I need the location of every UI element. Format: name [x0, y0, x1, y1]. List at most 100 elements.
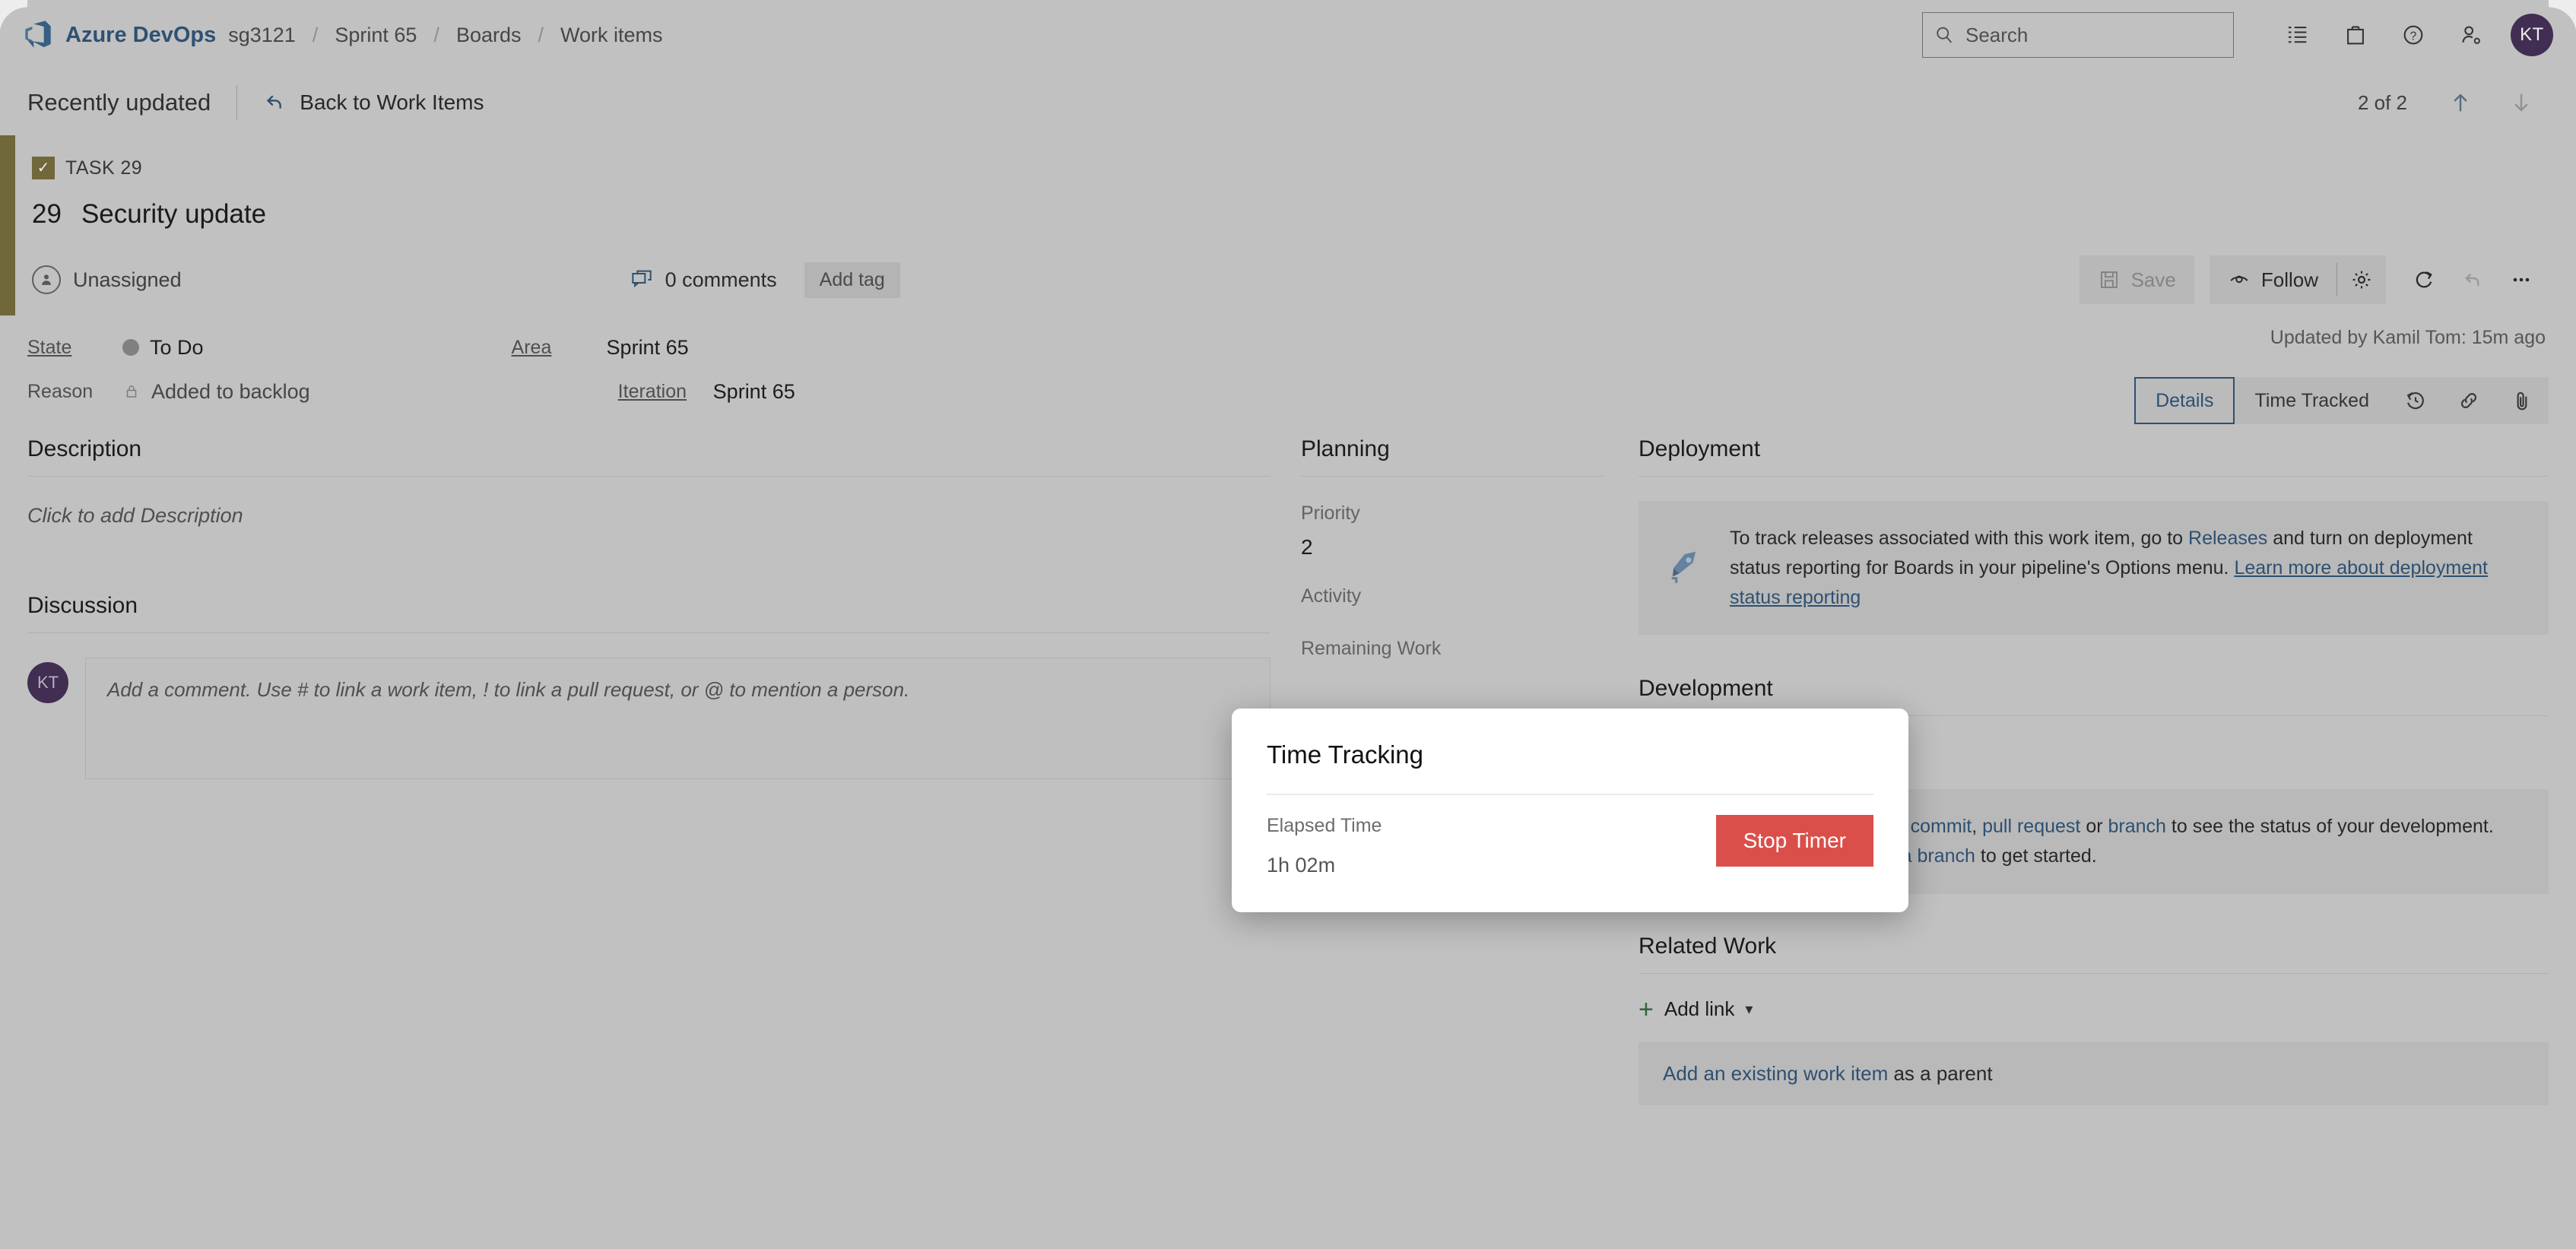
- breadcrumb-boards[interactable]: Boards: [456, 24, 522, 47]
- brand-label[interactable]: Azure DevOps: [65, 23, 216, 48]
- undo-icon[interactable]: [2448, 255, 2497, 304]
- state-field-row: State To Do Area Sprint 65: [27, 325, 2546, 369]
- more-ellipsis-icon[interactable]: [2497, 255, 2546, 304]
- related-work-add-link-label: Add link: [1664, 997, 1735, 1021]
- divider: [236, 85, 238, 120]
- commit-link[interactable]: commit: [1911, 816, 1972, 837]
- deployment-info-text: To track releases associated with this w…: [1730, 524, 2523, 612]
- gear-icon[interactable]: [2337, 255, 2386, 304]
- state-value[interactable]: To Do: [122, 336, 204, 360]
- work-item-fields: Updated by Kamil Tom: 15m ago State To D…: [0, 325, 2576, 424]
- global-header: Azure DevOps sg3121 / Sprint 65 / Boards…: [0, 0, 2576, 70]
- header-right-tools: Search ? KT: [1922, 6, 2576, 64]
- elapsed-time-label: Elapsed Time: [1267, 815, 1382, 836]
- divider: [1267, 794, 1873, 795]
- divider: [1639, 476, 2549, 477]
- back-to-work-items-button[interactable]: Back to Work Items: [263, 90, 484, 115]
- reason-value-label: Added to backlog: [151, 379, 310, 403]
- breadcrumb-separator: /: [312, 23, 319, 46]
- breadcrumb-org[interactable]: sg3121: [228, 24, 296, 47]
- comment-icon: [631, 270, 652, 288]
- task-check-icon: ✓: [32, 157, 55, 179]
- avatar[interactable]: KT: [2511, 14, 2553, 56]
- paging-count: 2 of 2: [2357, 90, 2407, 114]
- breadcrumb-work-items[interactable]: Work items: [560, 24, 663, 47]
- related-work-add-link-button[interactable]: + Add link ▾: [1639, 997, 2549, 1022]
- svg-text:?: ?: [2410, 30, 2417, 43]
- priority-value[interactable]: 2: [1301, 535, 1605, 560]
- assignee-field[interactable]: Unassigned: [32, 265, 182, 294]
- development-text-2: ,: [1972, 816, 1983, 838]
- attachment-icon[interactable]: [2495, 377, 2549, 424]
- reason-value: Added to backlog: [122, 380, 310, 404]
- dialog-title: Time Tracking: [1267, 740, 1423, 769]
- state-value-label: To Do: [150, 335, 204, 359]
- discussion-box: KT Add a comment. Use # to link a work i…: [27, 658, 1271, 779]
- elapsed-time-value: 1h 02m: [1267, 854, 1336, 877]
- divider: [1301, 476, 1605, 477]
- reason-label: Reason: [27, 380, 94, 402]
- pull-request-link[interactable]: pull request: [1982, 816, 2080, 837]
- lock-icon: [126, 385, 137, 398]
- add-tag-button[interactable]: Add tag: [804, 262, 900, 298]
- related-work-section-title: Related Work: [1639, 933, 1777, 959]
- divider: [27, 476, 1271, 477]
- work-item-title-row: 29 Security update: [32, 199, 2576, 230]
- work-item-type-label: TASK 29: [65, 157, 142, 179]
- help-icon[interactable]: ?: [2384, 6, 2442, 64]
- azure-devops-logo-icon: [23, 20, 53, 50]
- plus-icon: +: [1639, 994, 1654, 1024]
- planning-section-title: Planning: [1301, 436, 1390, 461]
- search-icon: [1937, 27, 1953, 43]
- save-button[interactable]: Save: [2079, 255, 2194, 304]
- briefcase-icon[interactable]: [2327, 6, 2384, 64]
- comments-button[interactable]: 0 comments: [630, 268, 777, 292]
- priority-label: Priority: [1301, 502, 1360, 524]
- save-label: Save: [2130, 268, 2176, 291]
- description-column: Description Click to add Description Dis…: [27, 436, 1301, 1105]
- work-item-title[interactable]: Security update: [81, 199, 266, 230]
- divider: [1639, 972, 2549, 974]
- previous-item-button[interactable]: [2433, 75, 2488, 130]
- iteration-value[interactable]: Sprint 65: [713, 380, 795, 404]
- time-tracking-dialog: Time Tracking Elapsed Time 1h 02m Stop T…: [1232, 709, 1908, 912]
- work-item-meta-row: Unassigned 0 comments Add tag Save Follo…: [32, 255, 2576, 304]
- list-icon[interactable]: [2269, 6, 2327, 64]
- search-input[interactable]: Search: [1922, 12, 2234, 58]
- follow-eye-icon: [2230, 275, 2248, 284]
- arrow-up-icon: [2454, 94, 2467, 112]
- rocket-icon: [1664, 544, 1708, 592]
- releases-link[interactable]: Releases: [2188, 528, 2267, 549]
- assignee-name: Unassigned: [73, 268, 182, 291]
- paging-controls: 2 of 2: [2358, 75, 2549, 130]
- sub-header: Recently updated Back to Work Items 2 of…: [0, 70, 2576, 135]
- branch-link[interactable]: branch: [2108, 816, 2166, 837]
- arrow-down-icon: [2514, 94, 2528, 112]
- follow-button[interactable]: Follow: [2210, 255, 2336, 304]
- breadcrumb-separator: /: [538, 23, 544, 46]
- comments-count-label: 0 comments: [665, 268, 777, 291]
- tab-details[interactable]: Details: [2134, 377, 2235, 424]
- history-icon[interactable]: [2389, 377, 2442, 424]
- area-label: Area: [511, 336, 552, 358]
- back-arrow-icon: [267, 95, 282, 109]
- link-icon[interactable]: [2442, 377, 2495, 424]
- comment-input[interactable]: Add a comment. Use # to link a work item…: [85, 658, 1271, 779]
- tab-time-tracked[interactable]: Time Tracked: [2235, 377, 2389, 424]
- dialog-body: Elapsed Time 1h 02m Stop Timer: [1267, 815, 1873, 877]
- refresh-icon[interactable]: [2400, 255, 2448, 304]
- breadcrumb-project[interactable]: Sprint 65: [335, 24, 417, 47]
- next-item-button[interactable]: [2494, 75, 2549, 130]
- stop-timer-button[interactable]: Stop Timer: [1715, 815, 1873, 867]
- add-existing-suffix: as a parent: [1888, 1061, 1993, 1085]
- deployment-section-title: Deployment: [1639, 436, 1761, 461]
- work-item-form: ✓ TASK 29 29 Security update Unassigned: [0, 135, 2576, 1249]
- user-settings-icon[interactable]: [2442, 6, 2500, 64]
- area-value[interactable]: Sprint 65: [607, 336, 689, 360]
- save-icon: [2100, 271, 2118, 288]
- description-placeholder[interactable]: Click to add Description: [27, 504, 1271, 528]
- assignee-avatar-icon: [32, 265, 61, 294]
- avatar: KT: [27, 662, 68, 703]
- divider: [27, 632, 1271, 633]
- add-existing-work-item-link[interactable]: Add an existing work item: [1663, 1062, 1888, 1085]
